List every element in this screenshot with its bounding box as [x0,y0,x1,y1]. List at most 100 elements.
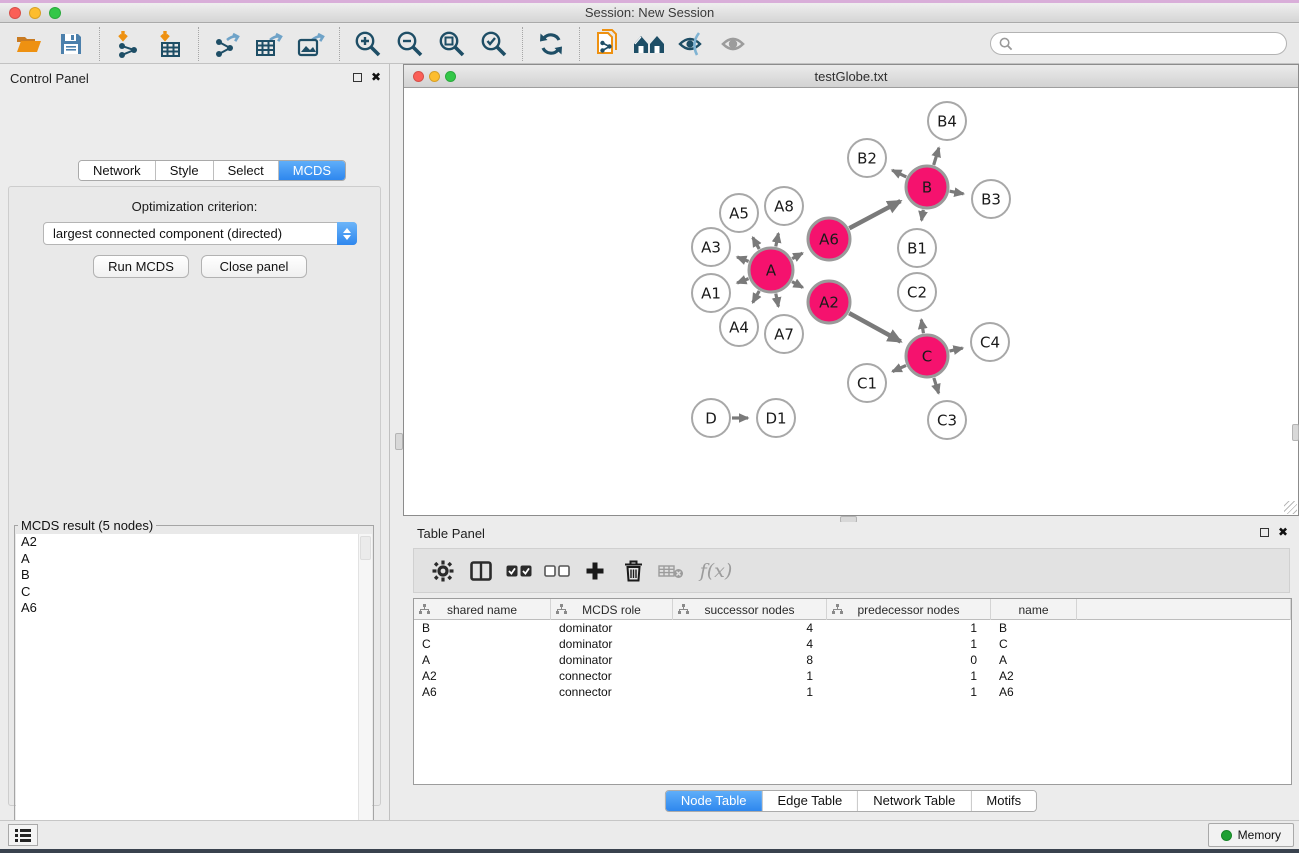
export-table-button[interactable] [248,27,290,61]
network-window-titlebar[interactable]: testGlobe.txt [404,65,1298,88]
zoom-fit-button[interactable] [431,27,473,61]
close-panel-button[interactable]: Close panel [201,255,307,278]
graph-edge-A-A5[interactable] [753,237,760,249]
tab-mcds[interactable]: MCDS [279,161,345,180]
zoom-out-button[interactable] [389,27,431,61]
graph-edge-A-A7[interactable] [776,294,779,307]
graph-edge-B-B1[interactable] [922,210,924,221]
graph-edge-B-B3[interactable] [950,191,964,194]
close-panel-icon[interactable]: ✖ [371,72,381,82]
graph-edge-C-C2[interactable] [921,320,923,334]
import-network-icon [114,30,142,58]
tab-select[interactable]: Select [214,161,279,180]
first-neighbors-button[interactable] [629,27,671,61]
app-titlebar[interactable]: Session: New Session [0,3,1299,23]
list-item[interactable]: A2 [16,534,372,551]
close-panel-icon[interactable]: ✖ [1278,527,1288,537]
column-header-successor-nodes[interactable]: successor nodes [673,599,827,620]
criterion-dropdown[interactable]: largest connected component (directed) [43,222,357,245]
graph-edge-A2-C[interactable] [849,313,901,341]
unchecked-boxes-icon [544,565,570,577]
show-all-button[interactable] [713,27,755,61]
column-header-predecessor-nodes[interactable]: predecessor nodes [827,599,991,620]
network-canvas[interactable]: B4B2BB3A8A5A6A3B1AC2A1A2A4A7C4CC1DD1C3 [404,88,1298,515]
mcds-result-list[interactable]: A2 A B C A6 [16,534,372,853]
refresh-button[interactable] [530,27,572,61]
list-item[interactable]: B [16,567,372,584]
trash-icon [624,560,643,582]
tab-node-table[interactable]: Node Table [666,791,763,811]
list-item[interactable]: A6 [16,600,372,617]
search-input[interactable] [1013,36,1278,52]
import-table-icon [156,30,184,58]
float-panel-icon[interactable] [353,73,362,82]
graph-edge-A-A2[interactable] [792,282,803,288]
tab-network[interactable]: Network [79,161,156,180]
graph-node-label-A: A [766,261,777,279]
scrollbar[interactable] [358,534,372,853]
table-row[interactable]: A6 connector 1 1 A6 [414,684,1291,700]
graph-edge-A-A3[interactable] [737,257,748,261]
select-all-columns-button[interactable] [500,553,538,589]
table-row[interactable]: A dominator 8 0 A [414,652,1291,668]
function-builder-button[interactable]: f(x) [690,553,742,589]
delete-table-button[interactable] [652,553,690,589]
zoom-fit-icon [438,30,466,58]
column-header-mcds-role[interactable]: MCDS role [551,599,673,620]
graph-edge-A-A1[interactable] [737,279,748,283]
graph-edge-A6-B[interactable] [849,201,900,228]
mcds-result-group: MCDS result (5 nodes) A2 A B C A6 [14,518,374,853]
graph-node-label-B3: B3 [981,190,1001,208]
right-split-divider[interactable] [1292,424,1299,441]
column-header-shared-name[interactable]: shared name [414,599,551,620]
table-row[interactable]: B dominator 4 1 B [414,620,1291,636]
save-session-button[interactable] [50,27,92,61]
add-column-button[interactable] [576,553,614,589]
graph-edge-A-A6[interactable] [792,253,802,259]
open-session-button[interactable] [8,27,50,61]
graph-node-label-A8: A8 [774,197,794,215]
zoom-selected-button[interactable] [473,27,515,61]
table-panel-title: Table Panel [417,526,485,541]
graph-edge-C-C3[interactable] [934,378,939,393]
tab-edge-table[interactable]: Edge Table [762,791,858,811]
search-field[interactable] [990,32,1287,55]
list-item[interactable]: C [16,584,372,601]
deselect-all-columns-button[interactable] [538,553,576,589]
export-image-button[interactable] [290,27,332,61]
float-panel-icon[interactable] [1260,528,1269,537]
hide-selected-button[interactable] [671,27,713,61]
export-image-icon [296,30,326,58]
graph-edge-A-A4[interactable] [753,291,760,303]
tab-network-table[interactable]: Network Table [858,791,971,811]
node-table[interactable]: shared name MCDS role successor nodes [413,598,1292,785]
list-item[interactable]: A [16,551,372,568]
table-header-row: shared name MCDS role successor nodes [414,599,1291,620]
zoom-in-button[interactable] [347,27,389,61]
graph-edge-A-A8[interactable] [776,233,779,246]
graph-edge-B-B4[interactable] [934,148,939,165]
graph-edge-B-B2[interactable] [892,170,906,177]
import-network-button[interactable] [107,27,149,61]
memory-button[interactable]: Memory [1208,823,1294,847]
delete-column-button[interactable] [614,553,652,589]
graph-edge-C-C4[interactable] [949,348,962,351]
tab-style[interactable]: Style [156,161,214,180]
window-resize-grip[interactable] [1284,501,1297,514]
import-table-button[interactable] [149,27,191,61]
column-header-name[interactable]: name [991,599,1077,620]
task-history-button[interactable] [8,824,38,846]
split-view-button[interactable] [462,553,500,589]
vertical-split-divider[interactable] [395,433,403,450]
table-panel: Table Panel ✖ [403,522,1299,820]
table-settings-button[interactable] [424,553,462,589]
export-network-button[interactable] [206,27,248,61]
run-mcds-button[interactable]: Run MCDS [93,255,189,278]
table-row[interactable]: A2 connector 1 1 A2 [414,668,1291,684]
plus-icon [585,561,605,581]
table-row[interactable]: C dominator 4 1 C [414,636,1291,652]
new-network-from-selection-button[interactable] [587,27,629,61]
tab-motifs[interactable]: Motifs [971,791,1036,811]
memory-status-icon [1221,830,1232,841]
graph-edge-C-C1[interactable] [893,365,906,371]
